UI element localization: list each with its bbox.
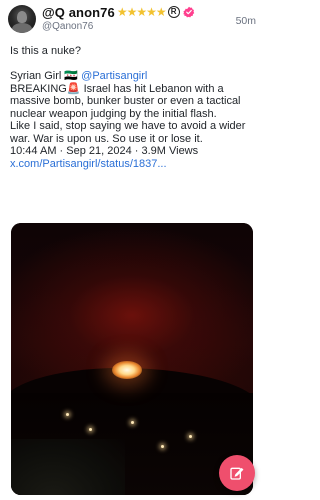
city-light: [161, 445, 164, 448]
post-header: @Q anon76 ★★★★★ R @Qanon76 50m: [0, 0, 264, 40]
status-link[interactable]: x.com/Partisangirl/status/1837...: [10, 158, 260, 171]
quote-body-war: Like I said, stop saying we have to avoi…: [10, 120, 246, 145]
city-light: [189, 435, 192, 438]
quote-author-name: Syrian Girl: [10, 70, 62, 82]
quote-author-line: Syrian Girl 🇸🇾 @Partisangirl: [10, 70, 260, 83]
star-icons: ★★★★★: [116, 5, 167, 19]
city-light: [89, 428, 92, 431]
media-image[interactable]: [11, 223, 253, 495]
post-timestamp: 50m: [235, 15, 256, 27]
avatar-head-shape: [17, 11, 27, 23]
foreground-tree: [11, 439, 125, 495]
explosion-flash: [112, 361, 142, 379]
compose-button[interactable]: [219, 455, 255, 491]
quote-meta: 10:44 AM · Sep 21, 2024 · 3.9M Views: [10, 145, 199, 157]
author-handle[interactable]: @Qanon76: [42, 21, 93, 32]
quote-body-breaking: BREAKING🚨 Israel has hit Lebanon with a …: [10, 82, 241, 120]
city-light: [131, 421, 134, 424]
post-body: Is this a nuke? Syrian Girl 🇸🇾 @Partisan…: [10, 45, 260, 170]
quote-author-handle[interactable]: @Partisangirl: [81, 70, 147, 82]
syria-flag-icon: 🇸🇾: [64, 70, 79, 82]
post-question: Is this a nuke?: [10, 45, 81, 57]
verified-badge-icon: [182, 6, 194, 18]
registered-icon: R: [167, 6, 180, 18]
author-name-row: @Q anon76 ★★★★★ R: [42, 4, 195, 20]
post-card: @Q anon76 ★★★★★ R @Qanon76 50m Is this a…: [0, 0, 264, 500]
author-display-name[interactable]: @Q anon76: [42, 5, 115, 20]
avatar[interactable]: [8, 5, 36, 33]
compose-edit-icon: [230, 467, 244, 480]
city-light: [66, 413, 69, 416]
avatar-shoulders-shape: [12, 23, 32, 33]
